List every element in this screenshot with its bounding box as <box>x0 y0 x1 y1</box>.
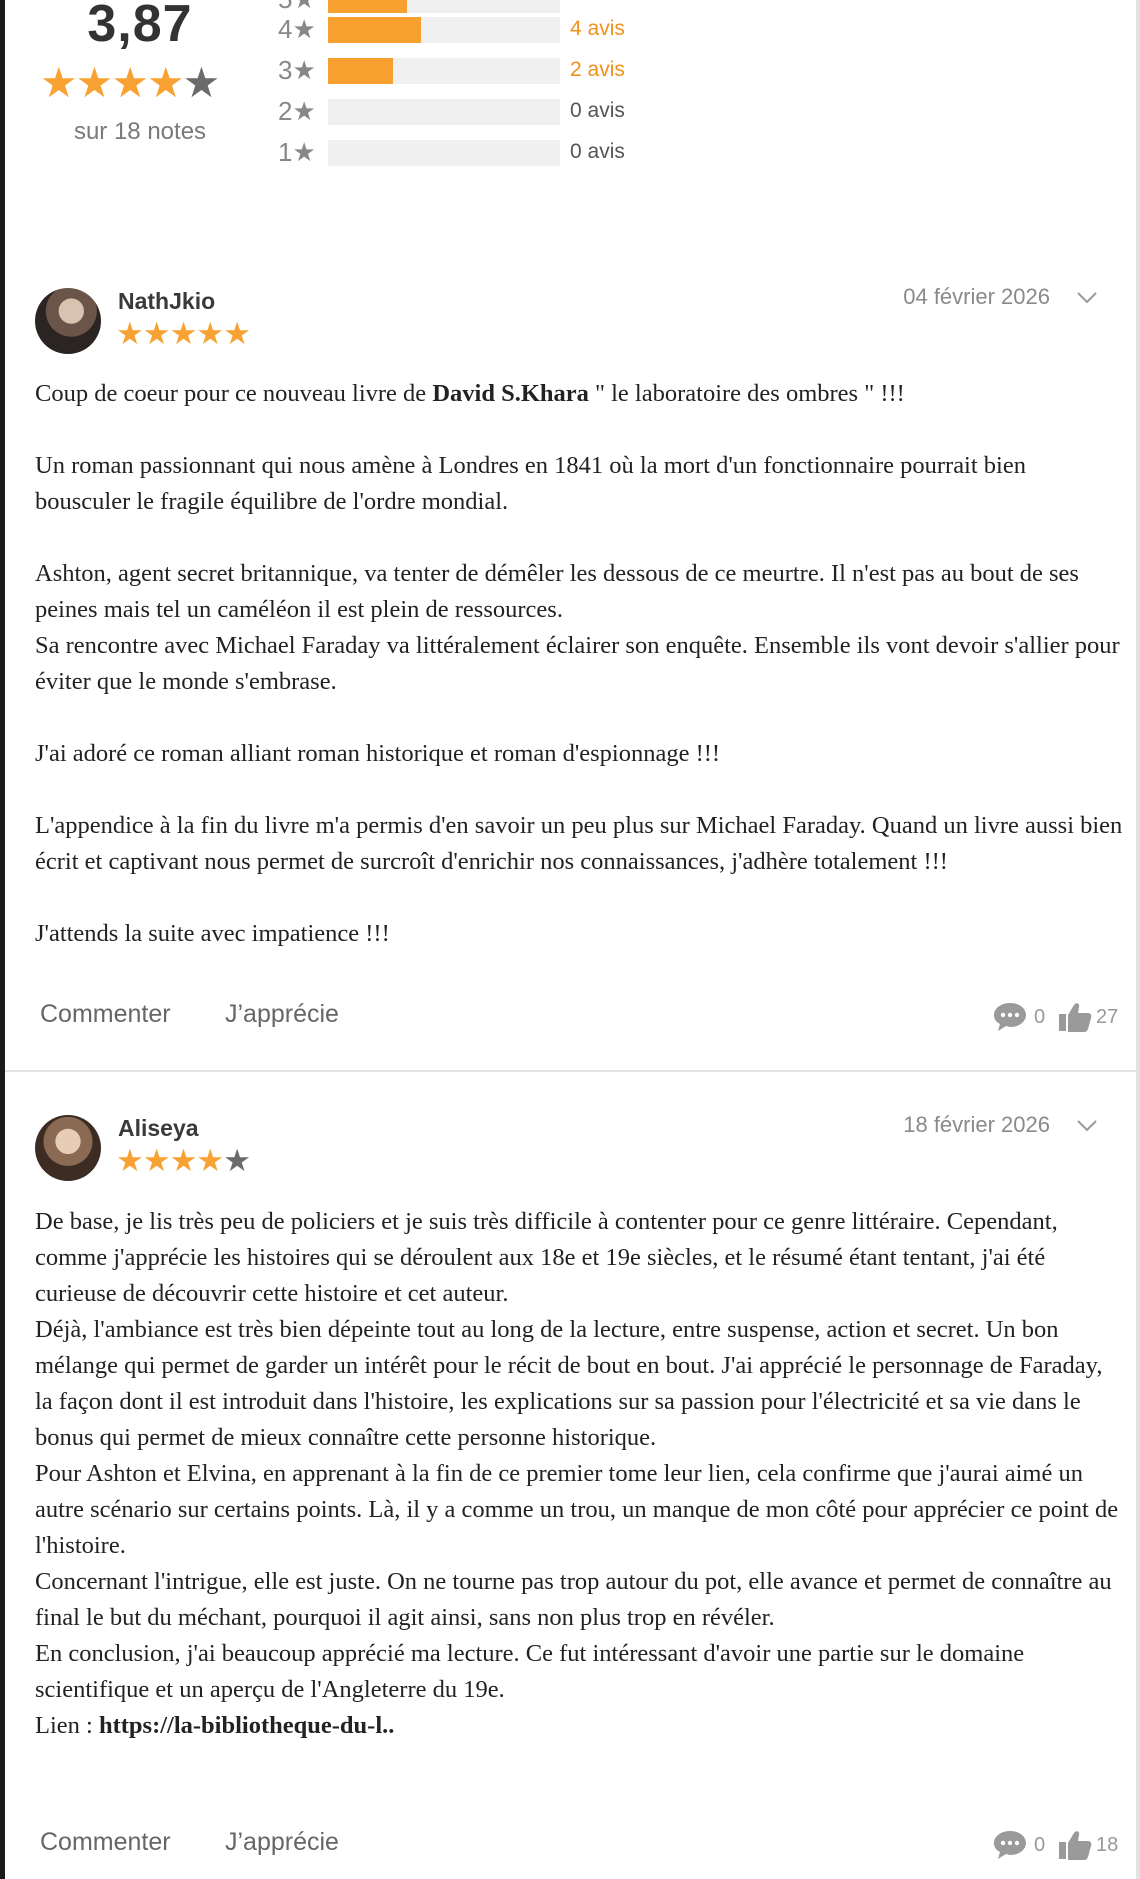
histogram-count: 0 avis <box>570 99 625 122</box>
review-paragraph: J'ai adoré ce roman alliant roman histor… <box>35 740 721 767</box>
review-paragraph: J'attends la suite avec impatience !!! <box>35 920 390 947</box>
star-filled-icon: ★ <box>196 1143 224 1178</box>
star-filled-icon: ★ <box>116 316 144 351</box>
histogram-star-label: 2★ <box>278 96 316 126</box>
star-filled-icon: ★ <box>142 316 171 351</box>
comment-button[interactable]: Commenter <box>40 1828 171 1857</box>
star-filled-icon: ★ <box>196 316 224 351</box>
likes-count[interactable]: 27 <box>1058 997 1128 1037</box>
review-paragraph: Sa rencontre avec Michael Faraday va lit… <box>35 632 1120 695</box>
star-filled-icon: ★ <box>169 316 198 351</box>
star-icon: ★ <box>292 137 316 167</box>
review-link[interactable]: https://la-bibliotheque-du-l.. <box>99 1712 394 1739</box>
star-icon: ★ <box>292 55 316 85</box>
speech-bubble-icon <box>994 1831 1026 1859</box>
review-paragraph: En conclusion, j'ai beaucoup apprécié ma… <box>35 1640 1025 1703</box>
review-intro: Coup de coeur pour ce nouveau livre de D… <box>35 380 905 407</box>
histogram-bar-fill <box>328 58 393 84</box>
star-filled-icon: ★ <box>75 59 114 106</box>
histogram-row-3[interactable]: 3★ 2 avis <box>278 50 678 90</box>
review-link-line: Lien : https://la-bibliotheque-du-l.. <box>35 1712 395 1739</box>
star-filled-icon: ★ <box>111 59 149 106</box>
review-paragraph: Un roman passionnant qui nous amène à Lo… <box>35 452 1026 515</box>
histogram-count[interactable]: 2 avis <box>570 50 625 90</box>
rating-histogram: 5★4★4 avis3★2 avis2★0 avis1★0 avis <box>278 0 678 180</box>
thumbs-up-icon <box>1059 1003 1092 1032</box>
author-name: David S.Khara <box>432 380 589 407</box>
review-paragraph: Concernant l'intrigue, elle est juste. O… <box>35 1568 1112 1631</box>
avatar[interactable] <box>35 1115 101 1181</box>
star-empty-icon: ★ <box>182 59 221 106</box>
speech-bubble-icon <box>994 1003 1026 1031</box>
histogram-bar-track <box>328 58 560 84</box>
histogram-row-4[interactable]: 4★ 4 avis <box>278 9 678 49</box>
review-paragraph: L'appendice à la fin du livre m'a permis… <box>35 812 1123 875</box>
chevron-down-icon[interactable] <box>1076 1114 1098 1136</box>
histogram-row-1[interactable]: 1★ 0 avis <box>278 132 678 172</box>
histogram-bar-track <box>328 99 560 125</box>
histogram-bar-track <box>328 140 560 166</box>
review-paragraph: Déjà, l'ambiance est très bien dépeinte … <box>35 1316 1103 1451</box>
star-filled-icon: ★ <box>40 59 78 106</box>
scrollbar-track[interactable] <box>1136 0 1140 1879</box>
star-icon: ★ <box>292 14 316 44</box>
review-stars: ★★★★★ <box>116 1143 251 1178</box>
review-date: 18 février 2026 <box>903 1112 1050 1137</box>
like-button[interactable]: J’apprécie <box>225 1828 339 1857</box>
notes-count: sur 18 notes <box>73 118 207 145</box>
thumbs-up-icon <box>1059 1831 1092 1860</box>
histogram-count[interactable]: 4 avis <box>570 9 625 49</box>
review-stars: ★★★★★ <box>116 316 251 351</box>
star-filled-icon: ★ <box>223 316 251 351</box>
review-divider <box>5 1070 1136 1072</box>
histogram-star-label: 3★ <box>278 55 316 85</box>
review-text: De base, je lis très peu de policiers et… <box>35 1204 1125 1744</box>
review-text: Coup de coeur pour ce nouveau livre de D… <box>35 376 1125 952</box>
rating-summary: 3,87 ★★★★★ sur 18 notes <box>40 0 250 160</box>
comments-count[interactable]: 0 <box>992 997 1052 1037</box>
star-filled-icon: ★ <box>116 1143 144 1178</box>
review-username[interactable]: Aliseya <box>118 1115 199 1142</box>
review-date: 04 février 2026 <box>903 284 1050 309</box>
histogram-star-label: 1★ <box>278 137 316 167</box>
review-paragraph: De base, je lis très peu de policiers et… <box>35 1208 1058 1307</box>
review-paragraph: Pour Ashton et Elvina, en apprenant à la… <box>35 1460 1119 1559</box>
review-username[interactable]: NathJkio <box>118 288 215 315</box>
histogram-bar-track <box>328 17 560 43</box>
average-stars: ★★★★★ <box>40 62 245 104</box>
like-button[interactable]: J’apprécie <box>225 1000 339 1029</box>
star-empty-icon: ★ <box>223 1143 251 1178</box>
average-rating: 3,87 <box>87 0 193 53</box>
star-filled-icon: ★ <box>142 1143 171 1178</box>
likes-count[interactable]: 18 <box>1058 1825 1128 1865</box>
review-paragraph: Ashton, agent secret britannique, va ten… <box>35 560 1079 623</box>
chevron-down-icon[interactable] <box>1076 286 1098 308</box>
histogram-row-2[interactable]: 2★ 0 avis <box>278 91 678 131</box>
avatar[interactable] <box>35 288 101 354</box>
comment-button[interactable]: Commenter <box>40 1000 171 1029</box>
histogram-bar-fill <box>328 17 421 43</box>
histogram-count: 0 avis <box>570 140 625 163</box>
star-filled-icon: ★ <box>169 1143 198 1178</box>
comments-count[interactable]: 0 <box>992 1825 1052 1865</box>
star-icon: ★ <box>292 96 316 126</box>
histogram-star-label: 4★ <box>278 14 316 44</box>
left-window-edge <box>0 0 5 1879</box>
star-filled-icon: ★ <box>146 59 185 106</box>
